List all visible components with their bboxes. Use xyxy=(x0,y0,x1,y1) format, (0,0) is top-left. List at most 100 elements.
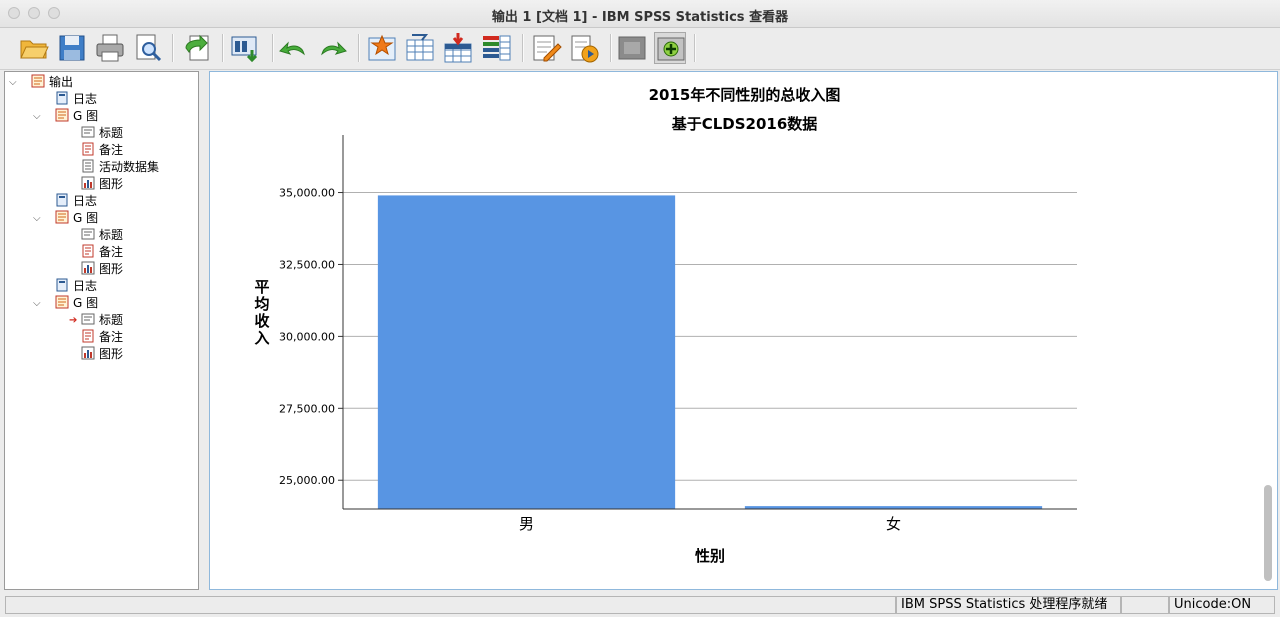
log-icon xyxy=(56,278,68,292)
goto-variable-icon xyxy=(406,34,434,61)
title-icon xyxy=(81,313,95,325)
tree-node-label: 日志 xyxy=(73,279,98,293)
y-tick-label: 25,000.00 xyxy=(279,474,335,487)
edit-button[interactable] xyxy=(530,32,562,64)
insert-cases-button[interactable] xyxy=(442,32,474,64)
y-tick-label: 30,000.00 xyxy=(279,330,335,343)
notes-icon xyxy=(82,244,94,258)
save-button[interactable] xyxy=(56,32,88,64)
tree-node-label: 标题 xyxy=(99,313,124,327)
save-icon xyxy=(59,35,85,61)
print-preview-icon xyxy=(136,34,162,62)
tree-node-log[interactable]: 日志 xyxy=(55,278,97,295)
chart-icon xyxy=(81,346,95,360)
dataset-icon xyxy=(82,159,94,173)
outline-tree: ⌵ 输出 日志 ⌵ G 图 标题 备注 活动数据集 图形 日志 ⌵ G 图 标题… xyxy=(4,71,199,590)
notes-icon xyxy=(82,329,94,343)
tree-node-graph[interactable]: G 图 xyxy=(55,108,98,125)
goto-variable-button[interactable] xyxy=(404,32,436,64)
toolbar xyxy=(0,28,1280,70)
bar-0 xyxy=(377,195,676,509)
export-icon xyxy=(185,34,209,61)
tree-node-title[interactable]: 标题 xyxy=(81,125,123,142)
tree-node-log[interactable]: 日志 xyxy=(55,193,97,210)
status-bar: IBM SPSS Statistics 处理程序就绪 Unicode:ON xyxy=(0,594,1280,617)
tree-node-title[interactable]: 标题 xyxy=(81,312,123,329)
edit-icon xyxy=(533,35,562,62)
graph-book-icon xyxy=(55,108,69,122)
tree-node-label: G 图 xyxy=(73,296,99,310)
export-button[interactable] xyxy=(182,32,214,64)
tree-node-notes[interactable]: 备注 xyxy=(81,329,123,346)
title-icon xyxy=(81,126,95,138)
tree-node-label: 输出 xyxy=(49,75,74,89)
tree-node-chart[interactable]: 图形 xyxy=(81,176,123,193)
output-book-icon xyxy=(31,74,45,88)
open-button[interactable] xyxy=(18,32,50,64)
x-tick-label: 男 xyxy=(519,515,534,533)
y-tick-label: 27,500.00 xyxy=(279,402,335,415)
pane-splitter[interactable] xyxy=(200,71,208,590)
tree-node-label: 日志 xyxy=(73,194,98,208)
status-message-area xyxy=(5,596,896,614)
variables-button[interactable] xyxy=(480,32,512,64)
y-axis-label: 平均收入 xyxy=(254,278,269,347)
graph-book-icon xyxy=(55,295,69,309)
variables-icon xyxy=(483,35,511,61)
status-empty-cell xyxy=(1121,596,1169,614)
tree-node-label: 图形 xyxy=(99,177,124,191)
tree-node-notes[interactable]: 备注 xyxy=(81,142,123,159)
tree-node-label: 图形 xyxy=(99,262,124,276)
tree-node-label: 标题 xyxy=(99,126,124,140)
print-icon xyxy=(96,34,124,62)
output-pane: 2015年不同性别的总收入图 基于CLDS2016数据 25,000.00 27,… xyxy=(209,71,1278,590)
tree-node-label: G 图 xyxy=(73,109,99,123)
processor-status: IBM SPSS Statistics 处理程序就绪 xyxy=(896,596,1121,614)
tree-node-graph[interactable]: G 图 xyxy=(55,295,98,312)
collapse-toggle[interactable]: ⌵ xyxy=(33,299,42,309)
tree-node-active-dataset[interactable]: 活动数据集 xyxy=(81,159,159,176)
recall-dialog-icon xyxy=(231,36,258,63)
show-button[interactable] xyxy=(654,32,686,64)
y-tick-label: 32,500.00 xyxy=(279,258,335,271)
tree-node-notes[interactable]: 备注 xyxy=(81,244,123,261)
graph-book-icon xyxy=(55,210,69,224)
tree-node-label: G 图 xyxy=(73,211,99,225)
tree-node-chart[interactable]: 图形 xyxy=(81,346,123,363)
print-preview-button[interactable] xyxy=(132,32,164,64)
tree-node-label: 备注 xyxy=(99,143,124,157)
tree-node-chart[interactable]: 图形 xyxy=(81,261,123,278)
goto-case-button[interactable] xyxy=(366,32,398,64)
run-button[interactable] xyxy=(568,32,600,64)
undo-button[interactable] xyxy=(278,32,310,64)
vertical-scrollbar[interactable] xyxy=(1264,485,1272,581)
notes-icon xyxy=(82,142,94,156)
collapse-toggle[interactable]: ⌵ xyxy=(33,214,42,224)
collapse-toggle[interactable]: ⌵ xyxy=(33,112,42,122)
run-icon xyxy=(571,35,599,63)
bar-chart[interactable]: 25,000.00 27,500.00 30,000.00 32,500.00 35,0… xyxy=(210,72,1277,589)
tree-node-label: 备注 xyxy=(99,245,124,259)
print-button[interactable] xyxy=(94,32,126,64)
tree-node-label: 标题 xyxy=(99,228,124,242)
tree-node-title[interactable]: 标题 xyxy=(81,227,123,244)
tree-node-log[interactable]: 日志 xyxy=(55,91,97,108)
title-bar: 输出 1 [文档 1] - IBM SPSS Statistics 查看器 xyxy=(0,0,1280,28)
y-tick-label: 35,000.00 xyxy=(279,187,335,200)
recall-dialog-button[interactable] xyxy=(230,32,262,64)
goto-case-icon xyxy=(368,34,396,61)
show-icon xyxy=(657,37,685,61)
tree-node-label: 图形 xyxy=(99,347,124,361)
hide-icon xyxy=(618,36,646,60)
collapse-toggle[interactable]: ⌵ xyxy=(9,78,18,88)
open-icon xyxy=(20,40,49,59)
hide-button[interactable] xyxy=(616,32,648,64)
tree-node-output[interactable]: 输出 xyxy=(31,74,73,91)
tree-node-label: 活动数据集 xyxy=(99,160,160,174)
log-icon xyxy=(56,193,68,207)
redo-button[interactable] xyxy=(316,32,348,64)
tree-node-graph[interactable]: G 图 xyxy=(55,210,98,227)
tree-node-label: 备注 xyxy=(99,330,124,344)
x-axis-label: 性别 xyxy=(695,547,725,565)
insert-cases-icon xyxy=(444,33,472,63)
